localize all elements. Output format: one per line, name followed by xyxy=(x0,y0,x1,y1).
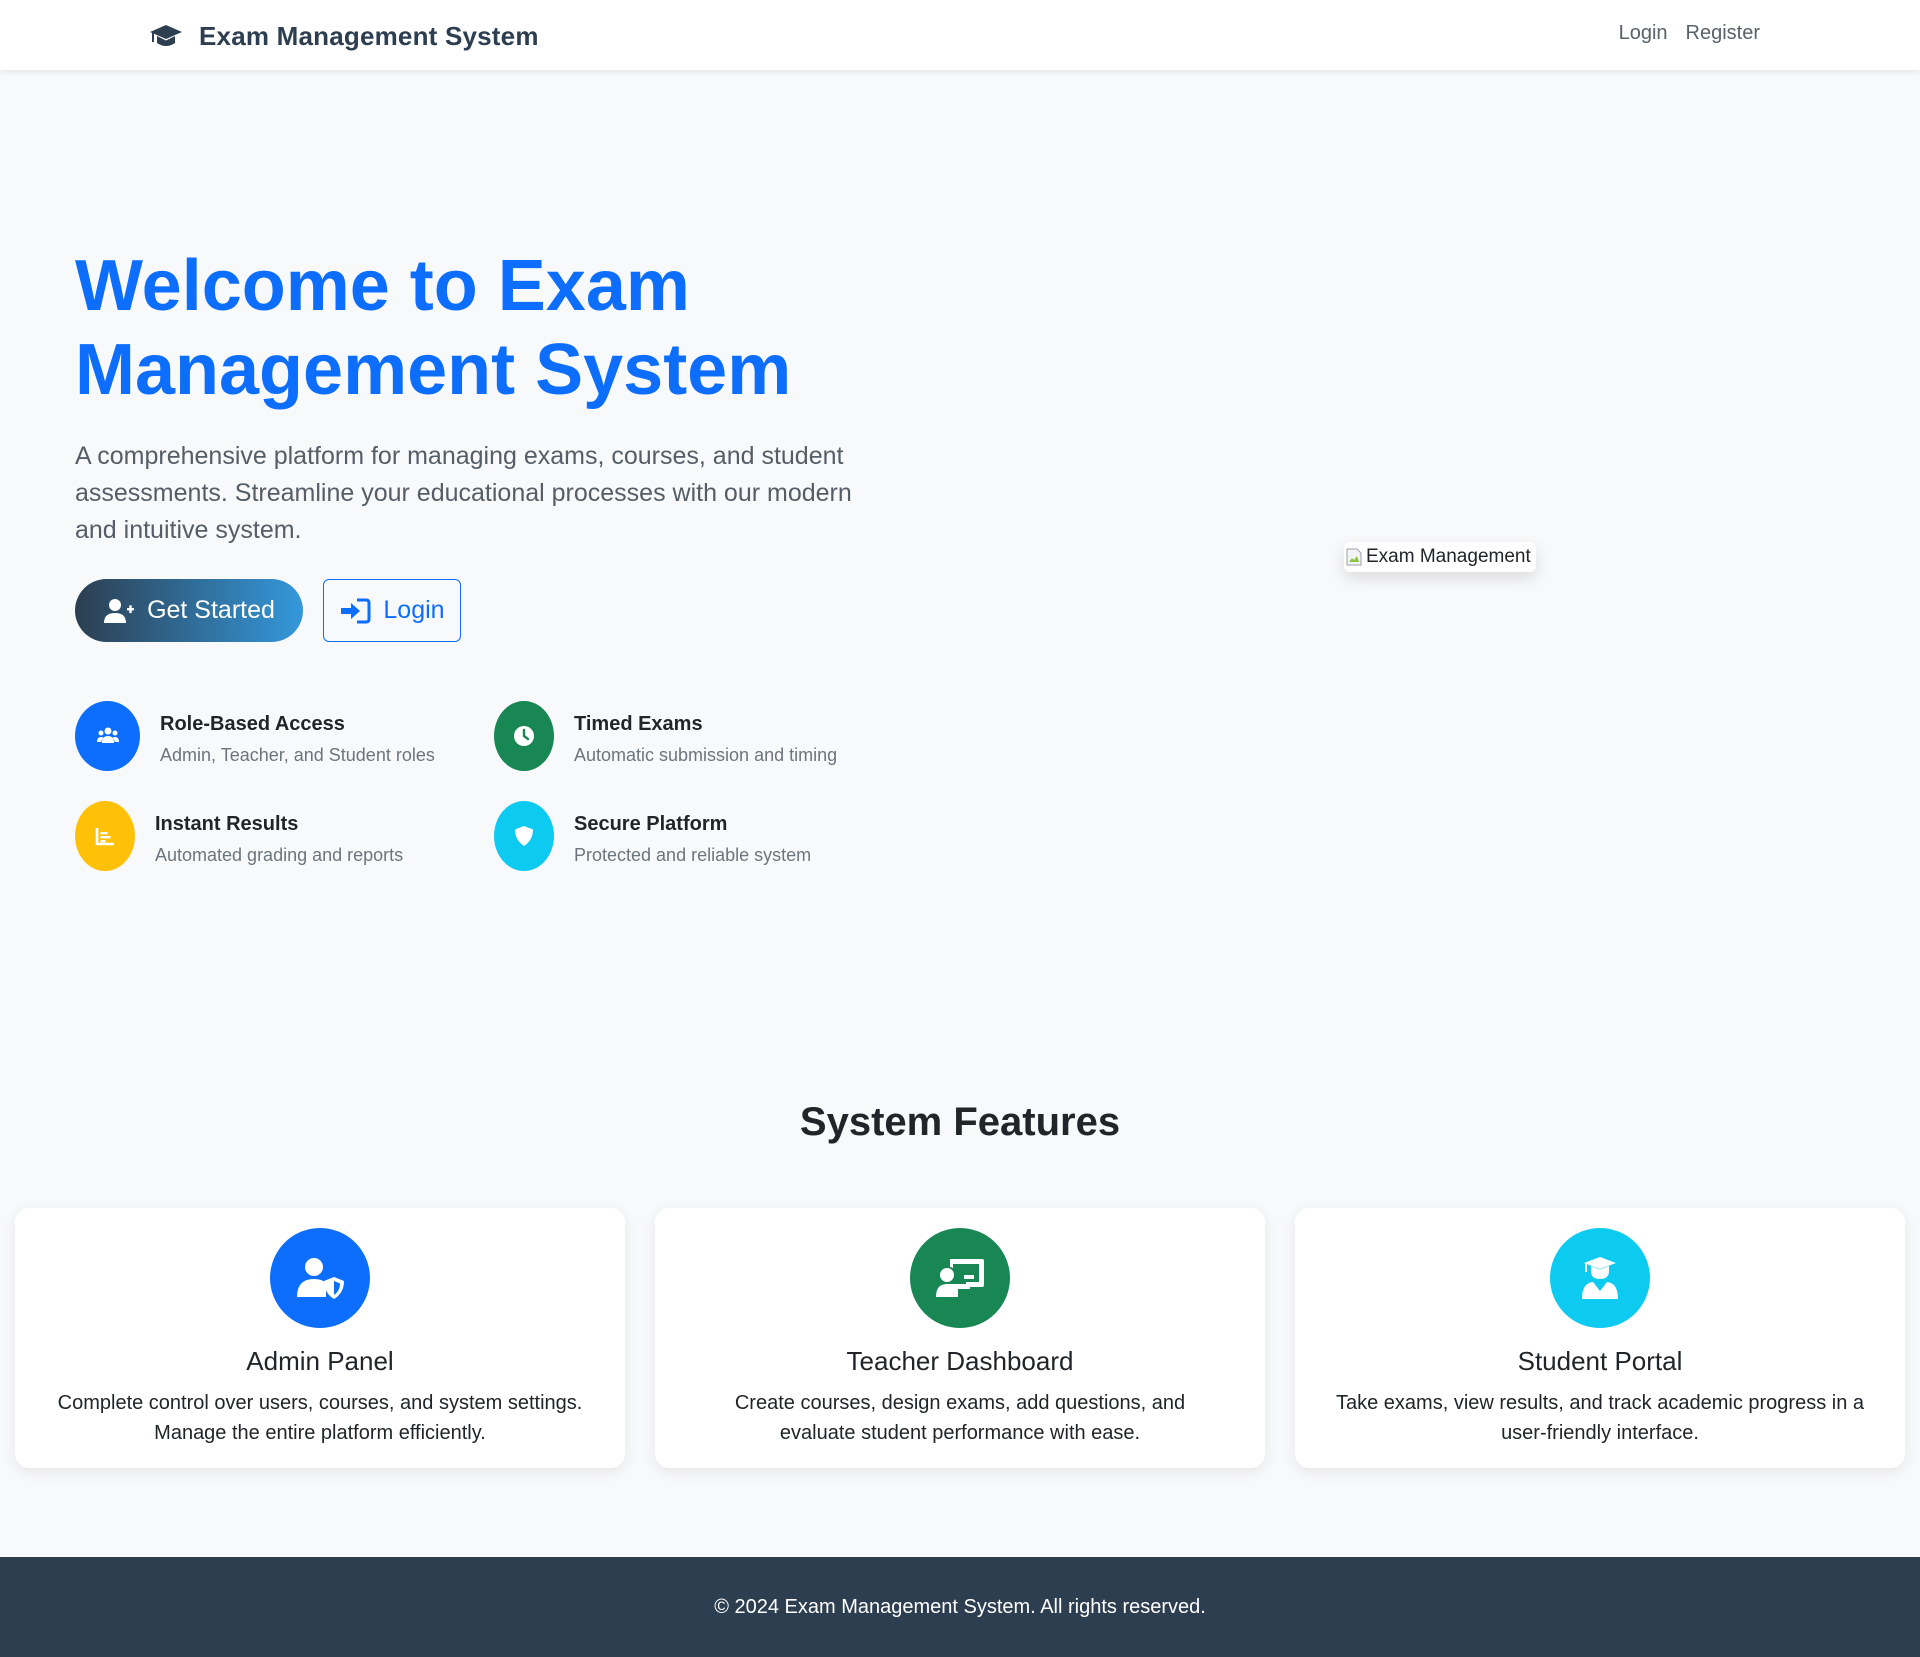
mini-feature-desc: Automatic submission and timing xyxy=(574,745,838,765)
feature-card-admin-panel: Admin Panel Complete control over users,… xyxy=(15,1208,625,1468)
feature-card-student-portal: Student Portal Take exams, view results,… xyxy=(1295,1208,1905,1468)
user-plus-icon xyxy=(104,598,135,623)
mini-feature-circle xyxy=(494,801,554,871)
hero-image-alt: Exam Management xyxy=(1366,546,1531,567)
users-icon xyxy=(96,727,119,743)
hero-subtitle: A comprehensive platform for managing ex… xyxy=(75,442,852,544)
user-graduate-icon xyxy=(1582,1257,1618,1299)
hero-login-label: Login xyxy=(383,596,445,624)
graduation-cap-icon xyxy=(150,25,182,46)
nav-links: Login Register xyxy=(1619,22,1760,45)
mini-feature-circle xyxy=(75,801,135,871)
feature-card-title: Admin Panel xyxy=(246,1346,394,1376)
chart-icon xyxy=(95,828,114,846)
broken-image-icon xyxy=(1346,548,1362,566)
mini-feature-desc: Admin, Teacher, and Student roles xyxy=(160,745,435,765)
feature-card-desc: Take exams, view results, and track acad… xyxy=(1336,1392,1864,1444)
nav-login-link[interactable]: Login xyxy=(1619,22,1668,45)
footer-copyright: © 2024 Exam Management System. All right… xyxy=(714,1595,1206,1618)
get-started-label: Get Started xyxy=(147,596,275,624)
mini-feature-desc: Protected and reliable system xyxy=(574,845,812,865)
feature-card-teacher-dashboard: Teacher Dashboard Create courses, design… xyxy=(655,1208,1265,1468)
mini-feature-title: Role-Based Access xyxy=(160,713,345,735)
mini-feature-instant-results: Instant Results Automated grading and re… xyxy=(75,801,403,871)
mini-feature-circle xyxy=(75,701,140,771)
feature-card-circle xyxy=(910,1228,1010,1328)
mini-feature-secure-platform: Secure Platform Protected and reliable s… xyxy=(494,801,811,871)
brand-title: Exam Management System xyxy=(199,20,539,51)
mini-feature-title: Timed Exams xyxy=(574,713,703,735)
shield-icon xyxy=(515,826,533,846)
feature-card-desc: Create courses, design exams, add questi… xyxy=(734,1392,1186,1444)
mini-feature-role-based-access: Role-Based Access Admin, Teacher, and St… xyxy=(75,701,435,771)
feature-card-title: Student Portal xyxy=(1517,1346,1683,1376)
footer: © 2024 Exam Management System. All right… xyxy=(0,1557,1920,1657)
clock-icon xyxy=(514,726,534,746)
brand-link[interactable]: Exam Management System xyxy=(149,20,539,52)
mini-feature-title: Secure Platform xyxy=(574,813,728,835)
hero-title: Welcome to Exam Management System xyxy=(75,246,792,410)
mini-feature-title: Instant Results xyxy=(155,813,299,835)
chalkboard-teacher-icon xyxy=(936,1259,984,1297)
navbar: Exam Management System Login Register xyxy=(0,0,1920,70)
feature-card-desc: Complete control over users, courses, an… xyxy=(57,1392,583,1444)
user-shield-icon xyxy=(297,1258,344,1299)
hero-login-button[interactable]: Login xyxy=(323,579,461,642)
mini-feature-timed-exams: Timed Exams Automatic submission and tim… xyxy=(494,701,837,771)
feature-card-circle xyxy=(270,1228,370,1328)
get-started-button[interactable]: Get Started xyxy=(75,579,303,642)
features-title: System Features xyxy=(799,1100,1121,1144)
mini-feature-circle xyxy=(494,701,554,771)
feature-card-circle xyxy=(1550,1228,1650,1328)
hero-image: Exam Management xyxy=(1344,542,1536,572)
nav-register-link[interactable]: Register xyxy=(1686,22,1760,45)
sign-in-icon xyxy=(341,598,371,623)
mini-feature-desc: Automated grading and reports xyxy=(155,845,404,865)
feature-card-title: Teacher Dashboard xyxy=(846,1346,1074,1376)
